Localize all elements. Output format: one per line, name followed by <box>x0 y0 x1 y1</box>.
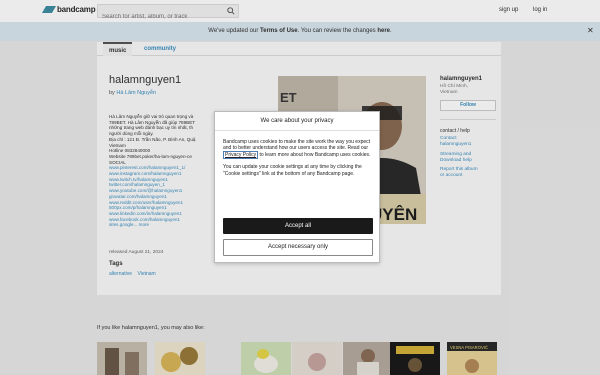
accept-all-button[interactable]: Accept all <box>223 218 373 234</box>
dialog-text: to learn more about how Bandcamp uses co… <box>258 151 371 158</box>
dialog-paragraph: You can update your cookie settings at a… <box>223 164 362 177</box>
dialog-text: Bandcamp uses cookies to make the site w… <box>223 139 371 152</box>
privacy-policy-link[interactable]: Privacy Policy <box>223 150 259 159</box>
cookie-consent-dialog: We care about your privacy Bandcamp uses… <box>214 111 380 263</box>
modal-overlay: We care about your privacy Bandcamp uses… <box>0 0 600 375</box>
dialog-title: We care about your privacy <box>215 112 379 131</box>
dialog-body: Bandcamp uses cookies to make the site w… <box>223 139 373 177</box>
accept-necessary-button[interactable]: Accept necessary only <box>223 239 373 256</box>
dialog-paragraph: Bandcamp uses cookies to make the site w… <box>223 139 373 159</box>
